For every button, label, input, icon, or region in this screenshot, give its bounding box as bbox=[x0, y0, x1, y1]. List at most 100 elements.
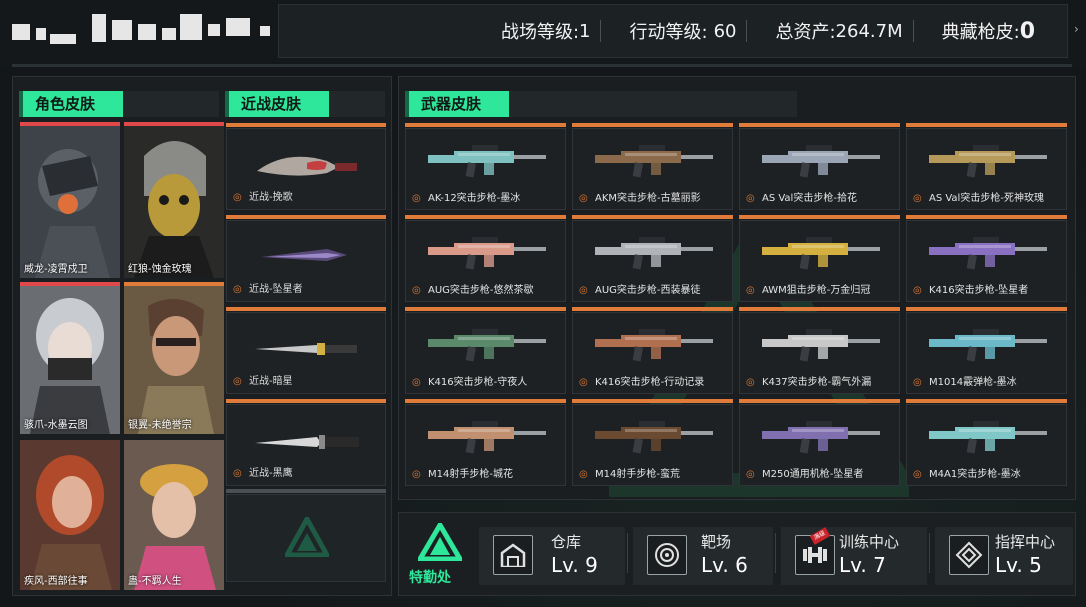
rifle-icon bbox=[428, 421, 546, 454]
character-portrait-icon bbox=[124, 286, 224, 434]
weapon-card[interactable]: ◎ AK-12突击步枪-墨冰 bbox=[405, 123, 566, 210]
melee-name: 近战-坠星者 bbox=[249, 284, 303, 295]
top-bar: 战场等级: 1 行动等级: 60 总资产: 264.7M 典藏枪皮: 0 › bbox=[0, 0, 1086, 68]
rifle-icon bbox=[428, 237, 546, 270]
special-ops-logo[interactable] bbox=[415, 520, 465, 565]
weapon-name: AS Val突击步枪-死神玫瑰 bbox=[929, 193, 1044, 204]
rifle-icon bbox=[762, 421, 880, 454]
crosshair-icon: ◎ bbox=[913, 469, 922, 480]
divider bbox=[929, 533, 930, 573]
rifle-icon bbox=[762, 237, 880, 270]
melee-card[interactable]: ◎ 近战-挽歌 bbox=[226, 123, 386, 210]
character-name: 骇爪-水墨云图 bbox=[24, 420, 88, 431]
character-card[interactable]: 银翼-未绝誉宗 bbox=[124, 282, 224, 434]
weapon-skins-tag: 武器皮肤 bbox=[405, 91, 509, 117]
facility-command[interactable]: 指挥中心 Lv. 5 bbox=[935, 527, 1073, 585]
character-card[interactable]: 威龙-凌霄戍卫 bbox=[20, 122, 120, 278]
weapon-card[interactable]: ◎ AS Val突击步枪-拾花 bbox=[739, 123, 900, 210]
melee-name: 近战-挽歌 bbox=[249, 192, 293, 203]
weapon-name: K437突击步枪-霸气外漏 bbox=[762, 377, 872, 388]
rifle-icon bbox=[929, 329, 1047, 362]
weapon-card[interactable]: ◎ M4A1突击步枪-墨冰 bbox=[906, 399, 1067, 486]
weapon-card[interactable]: ◎ M14射手步枪-城花 bbox=[405, 399, 566, 486]
character-card[interactable]: 骇爪-水墨云图 bbox=[20, 282, 120, 434]
weapon-card[interactable]: ◎ M1014霰弹枪-墨冰 bbox=[906, 307, 1067, 394]
character-portrait-icon bbox=[20, 286, 120, 434]
knife-icon bbox=[255, 435, 359, 449]
rarity-bar bbox=[906, 399, 1067, 403]
crosshair-icon: ◎ bbox=[913, 285, 922, 296]
facility-training[interactable]: 满级 训练中心 Lv. 7 bbox=[781, 527, 927, 585]
facility-level: Lv. 7 bbox=[839, 553, 886, 577]
weapon-card[interactable]: ◎ AKM突击步枪-古墓丽影 bbox=[572, 123, 733, 210]
knife-icon bbox=[257, 156, 357, 176]
melee-card[interactable]: ◎ 近战-暗星 bbox=[226, 307, 386, 394]
crosshair-icon: ◎ bbox=[746, 377, 755, 388]
facility-level: Lv. 6 bbox=[701, 553, 748, 577]
rarity-bar bbox=[226, 123, 386, 127]
crosshair-icon: ◎ bbox=[412, 193, 421, 204]
collection-skins-label: 典藏枪皮: bbox=[941, 22, 1020, 43]
weapon-card[interactable]: ◎ AWM狙击步枪-万金归冠 bbox=[739, 215, 900, 302]
character-card[interactable]: 疾风-西部往事 bbox=[20, 440, 120, 590]
weapon-card[interactable]: ◎ K416突击步枪-行动记录 bbox=[572, 307, 733, 394]
faction-logo-icon bbox=[285, 517, 329, 557]
weapon-card[interactable]: ◎ AUG突击步枪-悠然茶歇 bbox=[405, 215, 566, 302]
battlefield-level-value: 1 bbox=[579, 20, 591, 42]
crosshair-icon: ◎ bbox=[233, 284, 242, 295]
weapon-name: K416突击步枪-守夜人 bbox=[428, 377, 528, 388]
character-portrait-icon bbox=[20, 440, 120, 590]
rarity-bar bbox=[906, 307, 1067, 311]
character-skins-tag: 角色皮肤 bbox=[19, 91, 123, 117]
command-icon bbox=[949, 535, 989, 575]
rifle-icon bbox=[595, 421, 713, 454]
weapon-card[interactable]: ◎ AS Val突击步枪-死神玫瑰 bbox=[906, 123, 1067, 210]
weapon-card[interactable]: ◎ AUG突击步枪-西装暴徒 bbox=[572, 215, 733, 302]
weapon-name: K416突击步枪-行动记录 bbox=[595, 377, 705, 388]
weapon-card[interactable]: ◎ K437突击步枪-霸气外漏 bbox=[739, 307, 900, 394]
crosshair-icon: ◎ bbox=[579, 193, 588, 204]
character-name: 蛊-不羁人生 bbox=[128, 576, 182, 587]
action-level-value: 60 bbox=[713, 20, 737, 42]
weapon-name: AWM狙击步枪-万金归冠 bbox=[762, 285, 871, 296]
warehouse-icon bbox=[493, 535, 533, 575]
divider bbox=[775, 533, 776, 573]
facility-range[interactable]: 靶场 Lv. 6 bbox=[633, 527, 773, 585]
rarity-bar bbox=[572, 215, 733, 219]
facility-title: 靶场 bbox=[701, 533, 732, 551]
weapon-card[interactable]: ◎ K416突击步枪-坠星者 bbox=[906, 215, 1067, 302]
melee-skins-tag: 近战皮肤 bbox=[225, 91, 329, 117]
rifle-icon bbox=[595, 145, 713, 178]
weapon-card[interactable]: ◎ K416突击步枪-守夜人 bbox=[405, 307, 566, 394]
rifle-icon bbox=[595, 329, 713, 362]
chevron-right-icon[interactable]: › bbox=[1074, 22, 1084, 36]
action-level: 行动等级: 60 bbox=[615, 18, 761, 44]
weapon-card[interactable]: ◎ M250通用机枪-坠星者 bbox=[739, 399, 900, 486]
character-card[interactable]: 蛊-不羁人生 bbox=[124, 440, 224, 590]
rarity-bar bbox=[226, 489, 386, 493]
character-portrait-icon bbox=[20, 126, 120, 278]
special-ops-logo-icon bbox=[415, 520, 465, 562]
facility-warehouse[interactable]: 仓库 Lv. 9 bbox=[479, 527, 625, 585]
rarity-bar bbox=[572, 307, 733, 311]
character-card[interactable]: 红狼-蚀金玫瑰 bbox=[124, 122, 224, 278]
melee-card[interactable]: ◎ 近战-黑鹰 bbox=[226, 399, 386, 486]
melee-name: 近战-暗星 bbox=[249, 376, 293, 387]
rifle-icon bbox=[428, 145, 546, 178]
divider bbox=[746, 20, 748, 42]
total-assets-label: 总资产: bbox=[775, 22, 836, 43]
player-name-redacted bbox=[12, 14, 394, 50]
melee-card[interactable]: ◎ 近战-坠星者 bbox=[226, 215, 386, 302]
rarity-bar bbox=[739, 307, 900, 311]
crosshair-icon: ◎ bbox=[233, 468, 242, 479]
rarity-bar bbox=[739, 215, 900, 219]
battlefield-level-label: 战场等级: bbox=[500, 22, 580, 43]
weapon-card[interactable]: ◎ M14射手步枪-蛮荒 bbox=[572, 399, 733, 486]
crosshair-icon: ◎ bbox=[412, 285, 421, 296]
rifle-icon bbox=[929, 421, 1047, 454]
rarity-bar bbox=[739, 399, 900, 403]
crosshair-icon: ◎ bbox=[746, 469, 755, 480]
weapon-name: AKM突击步枪-古墓丽影 bbox=[595, 193, 701, 204]
weapon-name: M250通用机枪-坠星者 bbox=[762, 469, 864, 480]
weapon-name: M4A1突击步枪-墨冰 bbox=[929, 469, 1021, 480]
